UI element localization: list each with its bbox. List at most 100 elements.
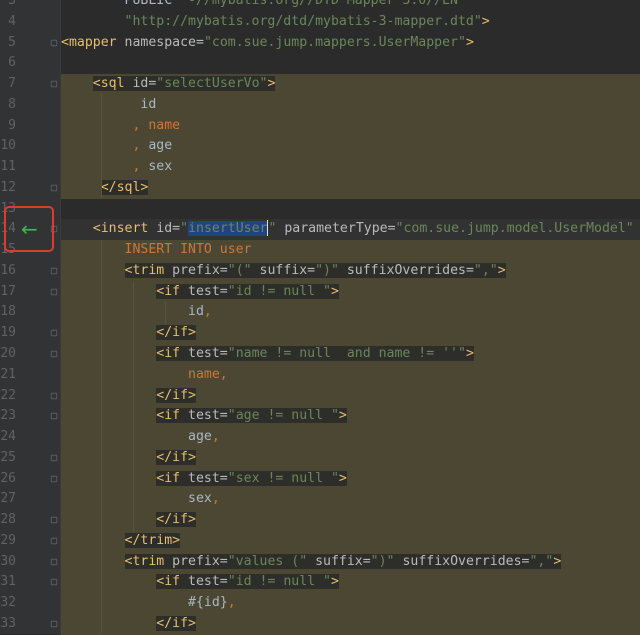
- token-str: ": [180, 221, 189, 237]
- fold-marker-icon[interactable]: [50, 267, 58, 275]
- token-text: #{id}: [61, 595, 228, 611]
- line-number: 6: [8, 55, 16, 71]
- code-line[interactable]: #{id},: [61, 593, 640, 614]
- fold-marker-icon[interactable]: [50, 516, 58, 524]
- line-number-gutter: 3 4 5 6 7 8 9 10 11 12 13 14 15 16 17 18 19 20 21 22 23 24 25 2…: [0, 0, 61, 634]
- code-line[interactable]: <sql id="selectUserVo">: [61, 74, 640, 95]
- fold-marker-icon[interactable]: [50, 392, 58, 399]
- gutter-line: 7: [0, 74, 60, 95]
- code-line[interactable]: "http://mybatis.org/dtd/mybatis-3-mapper…: [61, 11, 640, 33]
- code-line[interactable]: <trim prefix="values (" suffix=")" suffi…: [61, 551, 640, 573]
- token-attr: test=: [188, 283, 228, 299]
- token-attr: test=: [188, 574, 228, 590]
- fold-marker-icon[interactable]: [50, 537, 58, 545]
- token-tag: >: [330, 574, 339, 590]
- token-attr: parameterType=: [284, 221, 396, 237]
- line-number: 33: [0, 615, 16, 631]
- code-line[interactable]: , sex: [61, 157, 640, 178]
- code-line[interactable]: , age: [61, 136, 640, 158]
- token-str: "id != null ": [227, 574, 331, 590]
- fold-marker-icon[interactable]: [50, 330, 58, 337]
- navigate-back-arrow-icon[interactable]: ←: [21, 219, 38, 239]
- fold-marker-icon[interactable]: [50, 475, 58, 482]
- code-line[interactable]: </if>: [61, 447, 640, 469]
- token-kw: ,: [61, 138, 149, 154]
- code-line[interactable]: PUBLIC "-//mybatis.org//DTD Mapper 3.0//…: [61, 0, 640, 12]
- token-attr: test=: [188, 346, 228, 362]
- code-line[interactable]: </if>: [61, 510, 640, 531]
- code-line[interactable]: <trim prefix="(" suffix=")" suffixOverri…: [61, 260, 640, 282]
- code-line[interactable]: <if test="age != null ">: [61, 406, 640, 428]
- token-tag: </if>: [156, 512, 196, 528]
- gutter-line: 31: [0, 572, 60, 593]
- code-line[interactable]: <if test="sex != null ">: [61, 468, 640, 490]
- line-number: 4: [8, 13, 16, 29]
- code-line[interactable]: <insert id="insertUser" parameterType="c…: [61, 219, 640, 241]
- token-tag: </if>: [156, 325, 196, 341]
- token-tag: >: [465, 34, 474, 50]
- code-line[interactable]: <mapper namespace="com.sue.jump.mappers.…: [61, 32, 640, 54]
- indent-guide: [133, 282, 134, 532]
- tag-highlight: <if test="id != null ">: [156, 283, 339, 299]
- code-line[interactable]: age,: [61, 427, 640, 448]
- line-number: 26: [0, 470, 16, 486]
- gutter-line: 6: [0, 53, 60, 74]
- code-line[interactable]: , name: [61, 115, 640, 137]
- indent-guide: [101, 240, 102, 634]
- token-str: ",": [529, 553, 554, 569]
- gutter-line: 26: [0, 469, 60, 490]
- token-text: sex: [61, 491, 212, 507]
- tag-highlight: </if>: [156, 449, 196, 465]
- code-line[interactable]: </if>: [61, 385, 640, 407]
- line-number: 28: [0, 512, 16, 528]
- fold-marker-icon[interactable]: [50, 80, 58, 88]
- code-line[interactable]: [61, 53, 640, 75]
- token-tag: <mapper: [61, 34, 125, 50]
- token-tag: </if>: [156, 615, 196, 631]
- code-line[interactable]: <if test="name != null and name != ''">: [61, 344, 640, 365]
- fold-marker-icon[interactable]: [50, 558, 58, 565]
- fold-marker-icon[interactable]: [50, 39, 58, 46]
- token-tag: <if: [156, 346, 189, 362]
- code-editor[interactable]: PUBLIC "-//mybatis.org//DTD Mapper 3.0//…: [61, 0, 640, 635]
- fold-marker-icon[interactable]: [50, 413, 58, 420]
- token-str: ")": [370, 553, 403, 569]
- fold-marker-icon[interactable]: [50, 184, 58, 192]
- code-line[interactable]: </if>: [61, 613, 640, 635]
- token-kw: ,: [227, 595, 236, 611]
- code-line[interactable]: <if test="id != null ">: [61, 281, 640, 303]
- gutter-line: 27: [0, 489, 60, 510]
- token-text: PUBLIC: [61, 0, 181, 8]
- token-kw: ,: [211, 429, 220, 445]
- token-tag: <if: [156, 283, 189, 299]
- code-line[interactable]: sex,: [61, 489, 640, 511]
- code-line[interactable]: name,: [61, 364, 640, 386]
- token-str: "-//mybatis.org//DTD Mapper 3.0//EN": [180, 0, 466, 8]
- code-line[interactable]: INSERT INTO user: [61, 240, 640, 261]
- token-tag: </sql>: [100, 179, 149, 195]
- token-attr: suffixOverrides=: [346, 262, 474, 278]
- gutter-line: 5: [0, 33, 60, 54]
- token-attr: namespace=: [124, 34, 204, 50]
- gutter-line: 23: [0, 406, 60, 427]
- fold-marker-icon[interactable]: [50, 350, 58, 358]
- code-line[interactable]: id,: [61, 302, 640, 324]
- token-tag: <if: [156, 574, 189, 590]
- fold-marker-icon[interactable]: [50, 579, 58, 586]
- token-tag: >: [338, 408, 347, 424]
- fold-marker-icon[interactable]: [50, 454, 58, 462]
- code-line[interactable]: id: [61, 94, 640, 116]
- code-line[interactable]: </trim>: [61, 530, 640, 552]
- line-number: 5: [8, 34, 16, 50]
- fold-marker-icon[interactable]: [50, 620, 58, 628]
- token-kw: INSERT INTO user: [61, 242, 252, 258]
- code-line[interactable]: </if>: [61, 323, 640, 345]
- tag-highlight: </if>: [156, 325, 196, 341]
- gutter-line: 25: [0, 448, 60, 469]
- code-line[interactable]: [61, 198, 640, 220]
- fold-marker-icon[interactable]: [50, 288, 58, 295]
- code-line[interactable]: <if test="id != null ">: [61, 572, 640, 594]
- gutter-line: 33: [0, 614, 60, 635]
- token-text: sex: [148, 159, 173, 175]
- code-line[interactable]: </sql>: [61, 177, 640, 199]
